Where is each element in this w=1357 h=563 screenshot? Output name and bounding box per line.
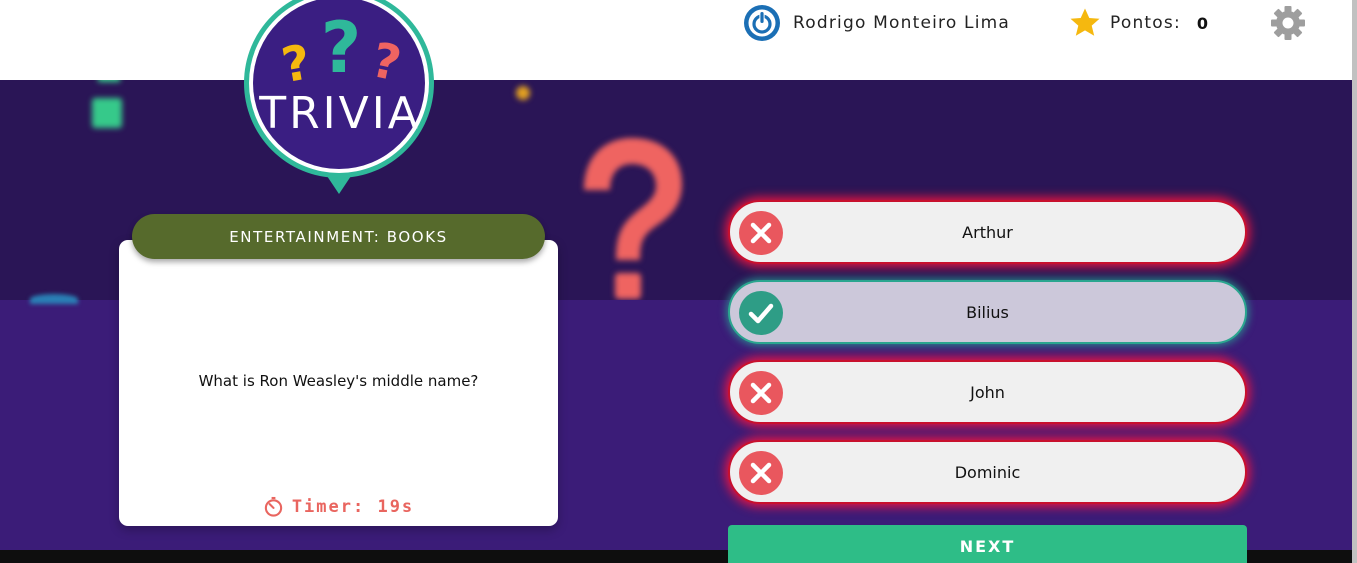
answer-option-4[interactable]: Dominic — [728, 440, 1247, 504]
close-icon — [739, 451, 783, 495]
answer-label: Arthur — [962, 222, 1013, 242]
decor-square-large — [92, 98, 122, 128]
gear-icon[interactable] — [1270, 5, 1306, 41]
question-text: What is Ron Weasley's middle name? — [198, 372, 479, 390]
decor-circle — [30, 294, 78, 304]
user-info: Rodrigo Monteiro Lima — [743, 4, 1011, 42]
timer-text: Timer: 19s — [291, 496, 415, 517]
svg-text:?: ? — [321, 7, 362, 89]
decor-square-small — [98, 80, 120, 82]
points-display: Pontos: 0 — [1069, 6, 1208, 40]
close-icon — [739, 211, 783, 255]
stopwatch-icon — [264, 496, 282, 517]
answer-label: Bilius — [966, 302, 1009, 322]
answer-label: John — [970, 382, 1005, 402]
category-badge: ENTERTAINMENT: BOOKS — [132, 214, 545, 259]
top-bar: Rodrigo Monteiro Lima Pontos: 0 — [0, 0, 1352, 80]
trivia-logo: ? ? ? TRIVIA — [244, 0, 434, 194]
answer-option-3[interactable]: John — [728, 360, 1247, 424]
logo-text: TRIVIA — [258, 88, 421, 139]
answer-option-1[interactable]: Arthur — [728, 200, 1247, 264]
answer-option-2[interactable]: Bilius — [728, 280, 1247, 344]
answer-label: Dominic — [954, 462, 1021, 482]
timer: Timer: 19s — [119, 496, 558, 517]
scrollbar[interactable] — [1352, 0, 1357, 563]
close-icon — [739, 371, 783, 415]
points-value: 0 — [1196, 13, 1209, 33]
question-mark-decor-icon — [584, 138, 682, 299]
decor-dot — [516, 86, 530, 100]
power-icon[interactable] — [743, 4, 781, 42]
user-name: Rodrigo Monteiro Lima — [793, 13, 1011, 33]
points-label: Pontos: — [1110, 13, 1181, 33]
check-icon — [739, 291, 783, 335]
next-button[interactable]: NEXT — [728, 525, 1247, 563]
star-icon — [1070, 8, 1100, 36]
scrollbar-thumb[interactable] — [1352, 0, 1357, 563]
